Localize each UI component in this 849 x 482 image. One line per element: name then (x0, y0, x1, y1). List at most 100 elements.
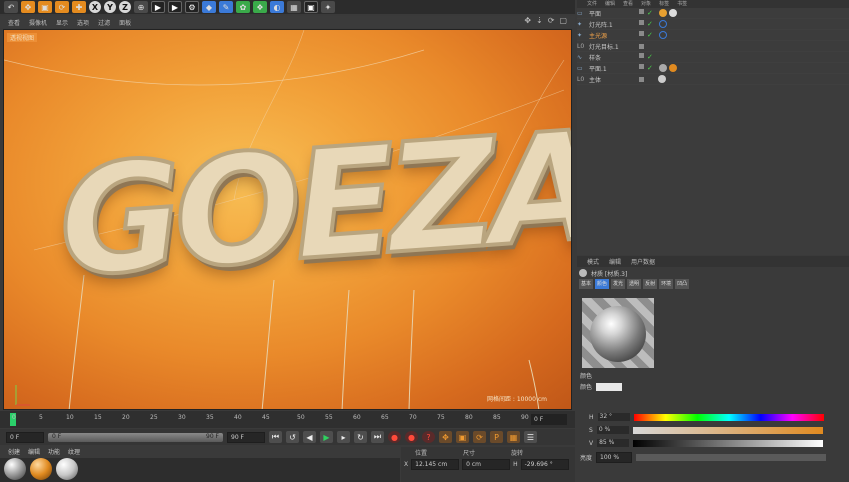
visibility-flag[interactable] (639, 9, 644, 14)
object-row[interactable]: ∿ 样条 ✓ (577, 52, 849, 63)
key-pla-icon[interactable]: ▦ (507, 431, 520, 443)
hue-slider[interactable] (633, 413, 824, 421)
tab-environment[interactable]: 环境 (659, 279, 674, 289)
enabled-check-icon[interactable]: ✓ (647, 53, 653, 61)
current-frame-field[interactable]: 0 F (531, 414, 567, 425)
material-preview[interactable] (582, 298, 654, 368)
saturation-slider[interactable] (632, 426, 823, 434)
timeline-menu-icon[interactable]: ☰ (524, 431, 537, 443)
pen-spline-icon[interactable]: ✎ (219, 1, 233, 13)
visibility-flag[interactable] (639, 43, 644, 49)
viewport-menu-panel[interactable]: 面板 (119, 18, 131, 27)
om-menu-edit[interactable]: 编辑 (605, 0, 615, 8)
material-ball-metal[interactable] (4, 458, 26, 480)
enabled-check-icon[interactable]: ✓ (647, 31, 653, 39)
subdivision-icon[interactable]: ✿ (236, 1, 250, 13)
brightness-slider[interactable] (636, 454, 827, 461)
value-slider[interactable] (633, 439, 824, 447)
viewport-menu-camera[interactable]: 摄像机 (29, 18, 47, 27)
brightness-field[interactable]: 100 % (596, 452, 633, 463)
3d-viewport[interactable]: 透视视图 GOEZA 网格间距 : 10000 cm (3, 29, 572, 410)
orbit-icon[interactable]: ⟳ (548, 16, 555, 25)
scale-tool-icon[interactable]: ▣ (38, 1, 52, 13)
deformer-icon[interactable]: ◐ (270, 1, 284, 13)
position-x-field[interactable]: 12.145 cm (411, 458, 460, 470)
om-menu-bookmarks[interactable]: 书签 (677, 0, 687, 8)
prev-frame-icon[interactable]: ◀ (303, 431, 316, 443)
cube-icon[interactable]: ◆ (202, 1, 216, 13)
visibility-flag[interactable] (639, 31, 644, 36)
autokey-icon[interactable]: ● (405, 431, 418, 443)
enabled-check-icon[interactable]: ✓ (647, 20, 653, 28)
material-tag-icon[interactable] (658, 75, 666, 83)
visibility-flag[interactable] (639, 20, 644, 25)
enabled-check-icon[interactable]: ✓ (647, 64, 653, 72)
next-frame-icon[interactable]: ▸ (337, 431, 350, 443)
om-menu-file[interactable]: 文件 (587, 0, 597, 8)
keyframe-selection-icon[interactable]: ? (422, 431, 435, 443)
rotation-h-field[interactable]: -29.696 ° (520, 458, 569, 470)
go-to-end-icon[interactable]: ⏭ (371, 431, 384, 443)
maximize-icon[interactable]: ▢ (559, 16, 567, 25)
render-settings-icon[interactable]: ⚙ (185, 1, 199, 13)
render-picture-viewer-icon[interactable]: ▶ (168, 1, 182, 13)
recent-tool-icon[interactable]: ✚ (72, 1, 86, 13)
object-row[interactable]: ✦ 主光源 ✓ (577, 30, 849, 41)
key-parameter-icon[interactable]: P (490, 431, 503, 443)
material-menu-function[interactable]: 功能 (48, 447, 60, 458)
tab-luminance[interactable]: 发光 (611, 279, 626, 289)
material-tag-icon[interactable] (658, 9, 667, 17)
tab-bump[interactable]: 凹凸 (675, 279, 690, 289)
object-row[interactable]: L0 灯光目标.1 (577, 41, 849, 52)
value-field[interactable]: 85 % (597, 439, 630, 447)
viewport-menu-options[interactable]: 选项 (77, 18, 89, 27)
array-icon[interactable]: ❖ (253, 1, 267, 13)
object-row[interactable]: ▭ 平面.1 ✓ (577, 63, 849, 74)
om-menu-object[interactable]: 对象 (641, 0, 651, 8)
saturation-field[interactable]: 0 % (596, 426, 629, 434)
material-tag-icon[interactable] (668, 64, 677, 72)
object-row[interactable]: ▭ 平面 ✓ (577, 8, 849, 19)
visibility-flag[interactable] (639, 76, 644, 82)
color-swatch[interactable] (596, 382, 623, 391)
key-rotation-icon[interactable]: ⟳ (473, 431, 486, 443)
target-tag-icon[interactable] (658, 20, 667, 28)
viewport-menu-display[interactable]: 显示 (56, 18, 68, 27)
rotate-tool-icon[interactable]: ⟳ (55, 1, 69, 13)
material-menu-texture[interactable]: 纹理 (68, 447, 80, 458)
record-icon[interactable]: ● (388, 431, 401, 443)
pan-icon[interactable]: ✥ (524, 16, 531, 25)
light-icon[interactable]: ✦ (321, 1, 335, 13)
om-menu-view[interactable]: 查看 (623, 0, 633, 8)
timeline-ruler[interactable]: 0 5 10 15 20 25 30 35 40 45 50 55 60 65 … (0, 411, 575, 428)
object-row[interactable]: ✦ 灯光阵.1 ✓ (577, 19, 849, 30)
render-view-icon[interactable]: ▶ (151, 1, 165, 13)
go-to-start-icon[interactable]: ⏮ (269, 431, 282, 443)
visibility-flag[interactable] (639, 64, 644, 69)
om-menu-tags[interactable]: 标签 (659, 0, 669, 8)
next-key-icon[interactable]: ↻ (354, 431, 367, 443)
hue-field[interactable]: 32 ° (597, 413, 630, 421)
camera-icon[interactable]: ▣ (304, 1, 318, 13)
key-position-icon[interactable]: ✥ (439, 431, 452, 443)
axis-x-button[interactable]: X (89, 1, 101, 13)
material-menu-create[interactable]: 创建 (8, 447, 20, 458)
target-tag-icon[interactable] (658, 31, 667, 39)
tab-transparency[interactable]: 透明 (627, 279, 642, 289)
material-ball-white[interactable] (56, 458, 78, 480)
tab-reflectance[interactable]: 反射 (643, 279, 658, 289)
material-tag-icon[interactable] (658, 64, 667, 72)
object-row[interactable]: L0 主体 (577, 74, 849, 85)
tab-basic[interactable]: 基本 (579, 279, 594, 289)
visibility-flag[interactable] (639, 53, 644, 58)
enabled-check-icon[interactable]: ✓ (647, 9, 653, 17)
viewport-menu-filter[interactable]: 过滤 (98, 18, 110, 27)
tab-color[interactable]: 颜色 (595, 279, 610, 289)
prev-key-icon[interactable]: ↺ (286, 431, 299, 443)
move-tool-icon[interactable]: ✥ (21, 1, 35, 13)
material-tag-icon[interactable] (668, 9, 677, 17)
material-menu-edit[interactable]: 编辑 (28, 447, 40, 458)
axis-z-button[interactable]: Z (119, 1, 131, 13)
play-icon[interactable]: ▶ (320, 431, 333, 443)
start-frame-field[interactable]: 0 F (6, 431, 44, 443)
